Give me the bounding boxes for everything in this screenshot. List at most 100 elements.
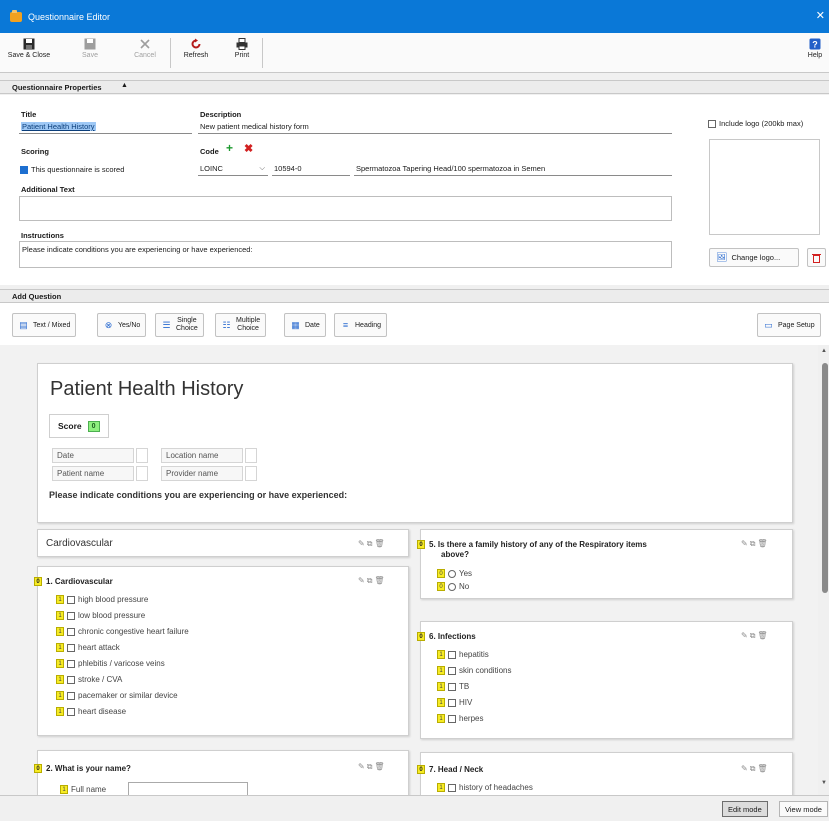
- option-row[interactable]: 0 No: [437, 582, 469, 591]
- title-input[interactable]: Patient Health History: [19, 119, 192, 134]
- code-description-input[interactable]: Spermatozoa Tapering Head/100 spermatozo…: [354, 161, 672, 176]
- option-score-badge: 0: [437, 582, 445, 591]
- item-actions[interactable]: ✎⧉🗑: [358, 539, 387, 549]
- section-heading-card[interactable]: Cardiovascular ✎⧉🗑: [37, 529, 409, 557]
- print-button[interactable]: Print: [228, 37, 256, 69]
- checkbox-icon[interactable]: [67, 691, 75, 700]
- option-row[interactable]: 1 HIV: [437, 698, 472, 707]
- option-row[interactable]: 1 low blood pressure: [56, 611, 145, 620]
- option-row[interactable]: 1 TB: [437, 682, 469, 691]
- delete-icon[interactable]: 🗑: [374, 762, 386, 771]
- code-value-input[interactable]: 10594-0: [272, 161, 350, 176]
- checkbox-icon[interactable]: [448, 666, 456, 675]
- edit-mode-button[interactable]: Edit mode: [722, 801, 768, 817]
- edit-icon[interactable]: ✎: [358, 762, 367, 771]
- option-row[interactable]: 1 phlebitis / varicose veins: [56, 659, 165, 668]
- vertical-scrollbar[interactable]: ▲ ▼: [818, 345, 829, 795]
- properties-header[interactable]: Questionnaire Properties ▲: [0, 80, 829, 94]
- delete-icon[interactable]: 🗑: [757, 631, 769, 640]
- checkbox-icon[interactable]: [67, 643, 75, 652]
- item-actions[interactable]: ✎⧉🗑: [741, 539, 770, 549]
- page-setup-button[interactable]: ▭ Page Setup: [757, 313, 821, 337]
- option-row[interactable]: 1 high blood pressure: [56, 595, 148, 604]
- save-button[interactable]: Save: [78, 37, 102, 69]
- form-header-card[interactable]: Patient Health History Score 0 Date Pati…: [37, 363, 793, 523]
- description-input[interactable]: New patient medical history form: [198, 119, 672, 134]
- cancel-button[interactable]: Cancel: [130, 37, 160, 69]
- single-choice-label-2: Choice: [176, 325, 198, 332]
- checkbox-icon[interactable]: [448, 714, 456, 723]
- question-card-7[interactable]: 0 7. Head / Neck ✎⧉🗑 1 history of headach…: [417, 752, 793, 795]
- delete-icon[interactable]: 🗑: [374, 539, 386, 548]
- option-row[interactable]: 0 Yes: [437, 569, 472, 578]
- add-heading-button[interactable]: ≡ Heading: [334, 313, 388, 337]
- instructions-input[interactable]: Please indicate conditions you are exper…: [19, 241, 672, 268]
- checkbox-icon[interactable]: [67, 707, 75, 716]
- scored-checkbox[interactable]: This questionnaire is scored: [20, 165, 124, 174]
- question-card-1[interactable]: 0 1. Cardiovascular ✎⧉🗑 1 high blood pres…: [34, 566, 409, 736]
- option-label: heart attack: [78, 643, 120, 652]
- remove-code-icon[interactable]: ✖: [244, 142, 253, 155]
- question-card-6[interactable]: 0 6. Infections ✎⧉🗑 1 hepatitis 1 skin con…: [417, 621, 793, 739]
- delete-logo-button[interactable]: [807, 248, 826, 267]
- item-actions[interactable]: ✎⧉🗑: [741, 631, 770, 641]
- item-actions[interactable]: ✎⧉🗑: [358, 576, 387, 586]
- question-card-2[interactable]: 0 2. What is your name? ✎⧉🗑 1 Full name: [34, 750, 409, 795]
- delete-icon[interactable]: 🗑: [757, 764, 769, 773]
- add-single-choice-button[interactable]: ☰ Single Choice: [155, 313, 204, 337]
- scroll-down-icon[interactable]: ▼: [821, 780, 827, 786]
- checkbox-icon[interactable]: [448, 650, 456, 659]
- checkbox-icon[interactable]: [67, 627, 75, 636]
- item-actions[interactable]: ✎⧉🗑: [358, 762, 387, 772]
- question-card-5[interactable]: 0 5. Is there a family history of any of…: [417, 529, 793, 599]
- radio-icon[interactable]: [448, 569, 456, 578]
- meta-patient: Patient name: [52, 466, 134, 481]
- edit-icon[interactable]: ✎: [741, 631, 750, 640]
- scroll-up-icon[interactable]: ▲: [821, 348, 827, 354]
- collapse-caret-icon[interactable]: ▲: [121, 82, 128, 89]
- option-row[interactable]: 1 stroke / CVA: [56, 675, 122, 684]
- edit-icon[interactable]: ✎: [358, 539, 367, 548]
- additional-text-input[interactable]: [19, 196, 672, 221]
- item-actions[interactable]: ✎⧉🗑: [741, 764, 770, 774]
- close-icon[interactable]: ✕: [816, 9, 825, 22]
- checkbox-icon[interactable]: [67, 595, 75, 604]
- view-mode-button[interactable]: View mode: [779, 801, 828, 817]
- option-row[interactable]: 1 history of headaches: [437, 783, 533, 792]
- edit-icon[interactable]: ✎: [358, 576, 367, 585]
- add-code-icon[interactable]: +: [226, 141, 233, 155]
- option-row[interactable]: 1 skin conditions: [437, 666, 511, 675]
- checkbox-icon[interactable]: [448, 682, 456, 691]
- add-date-button[interactable]: ▦ Date: [284, 313, 326, 337]
- delete-icon[interactable]: 🗑: [374, 576, 386, 585]
- option-score-badge: 1: [437, 714, 445, 723]
- add-text-mixed-button[interactable]: ▤ Text / Mixed: [12, 313, 77, 337]
- checkbox-icon[interactable]: [67, 611, 75, 620]
- delete-icon[interactable]: 🗑: [757, 539, 769, 548]
- full-name-input[interactable]: [128, 782, 248, 795]
- checkbox-icon[interactable]: [67, 675, 75, 684]
- instructions-value: Please indicate conditions you are exper…: [22, 245, 253, 254]
- help-button[interactable]: ? Help: [804, 37, 826, 69]
- checkbox-icon[interactable]: [448, 783, 456, 792]
- refresh-button[interactable]: Refresh: [178, 37, 214, 69]
- option-row[interactable]: 1 pacemaker or similar device: [56, 691, 178, 700]
- option-row[interactable]: 1 herpes: [437, 714, 483, 723]
- include-logo-checkbox[interactable]: Include logo (200kb max): [708, 119, 803, 128]
- edit-icon[interactable]: ✎: [741, 764, 750, 773]
- option-score-badge: 1: [437, 698, 445, 707]
- change-logo-button[interactable]: 🖼 Change logo...: [709, 248, 799, 267]
- checkbox-icon[interactable]: [448, 698, 456, 707]
- option-row[interactable]: 1 chronic congestive heart failure: [56, 627, 189, 636]
- checkbox-icon[interactable]: [67, 659, 75, 668]
- option-row[interactable]: 1 heart attack: [56, 643, 120, 652]
- save-close-button[interactable]: Save & Close: [6, 37, 52, 69]
- edit-icon[interactable]: ✎: [741, 539, 750, 548]
- code-system-select[interactable]: LOINC ⌵: [198, 161, 268, 176]
- option-row[interactable]: 1 heart disease: [56, 707, 126, 716]
- scrollbar-thumb[interactable]: [822, 363, 828, 593]
- add-multiple-choice-button[interactable]: ☷ Multiple Choice: [215, 313, 267, 337]
- option-row[interactable]: 1 hepatitis: [437, 650, 489, 659]
- radio-icon[interactable]: [448, 582, 456, 591]
- add-yes-no-button[interactable]: ⊗ Yes/No: [97, 313, 147, 337]
